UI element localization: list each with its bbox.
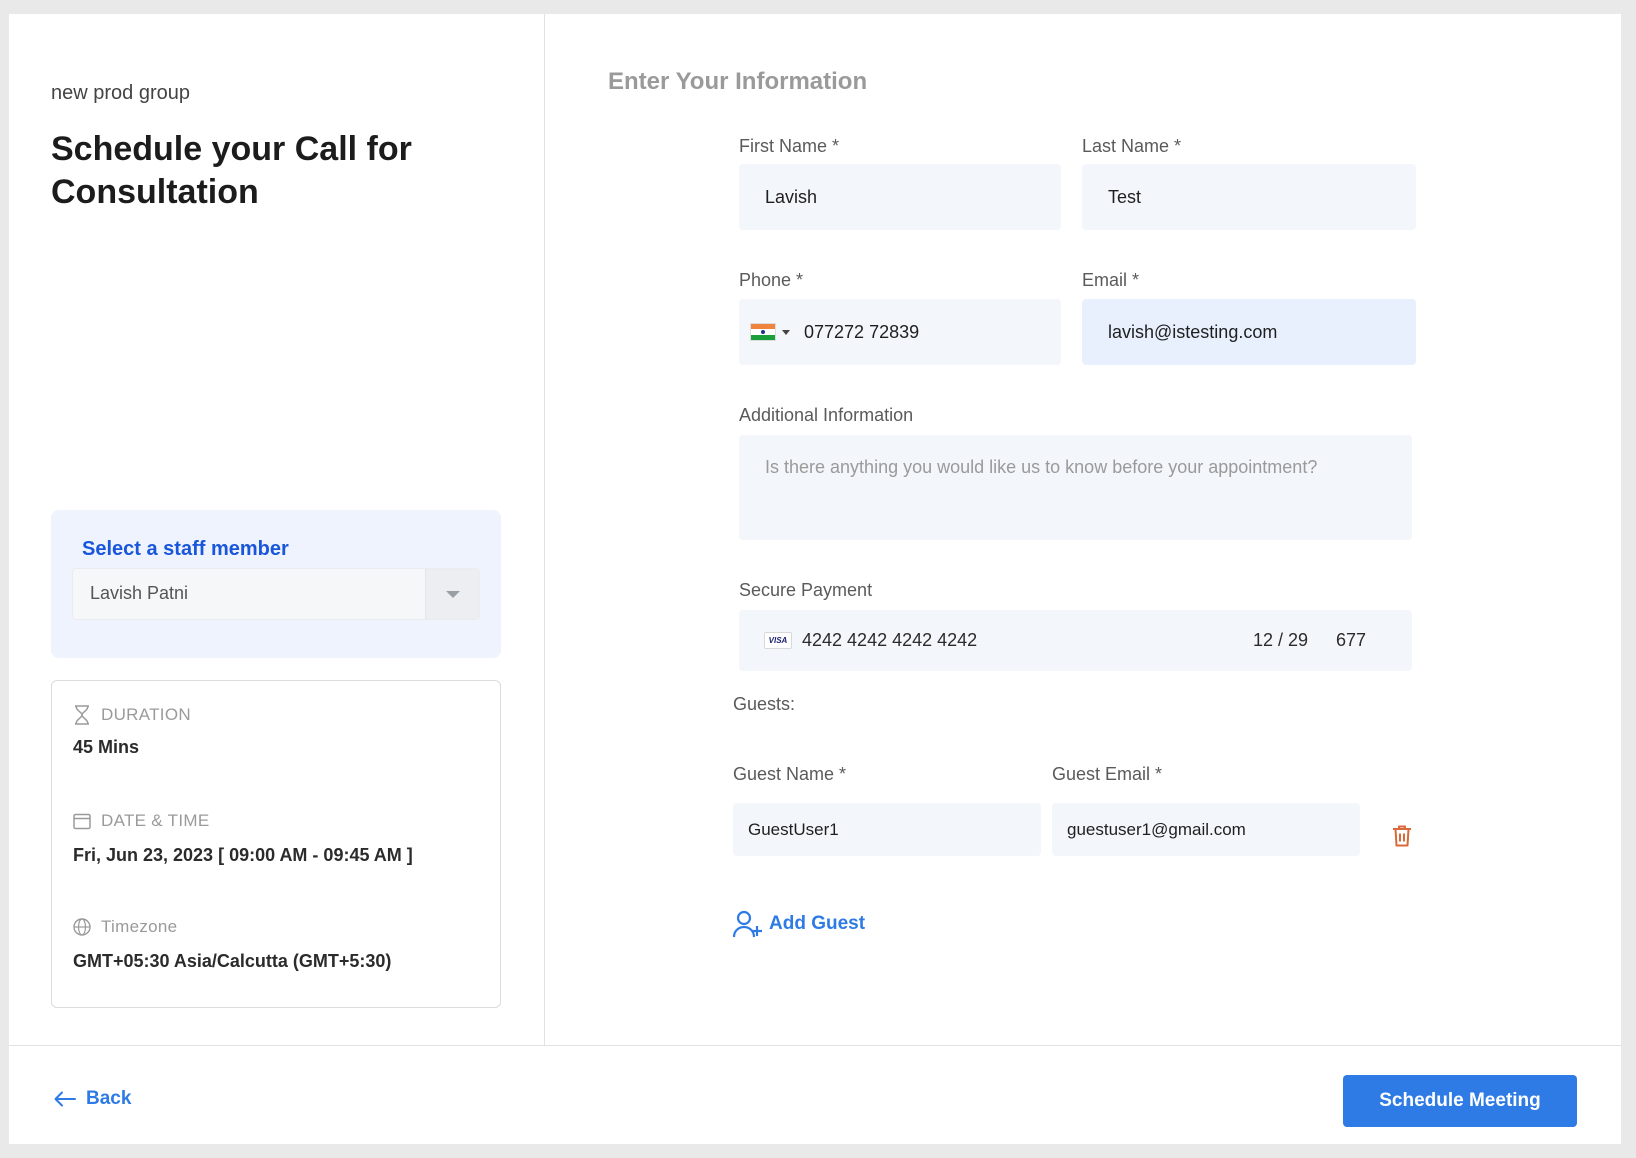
visa-icon: VISA xyxy=(764,632,792,649)
duration-heading: DURATION xyxy=(73,705,191,725)
staff-select[interactable]: Lavish Patni xyxy=(72,568,480,620)
chevron-down-icon[interactable] xyxy=(425,569,479,619)
guests-label: Guests: xyxy=(733,694,796,714)
calendar-icon xyxy=(73,812,91,830)
duration-label: DURATION xyxy=(101,705,191,724)
payment-label: Secure Payment xyxy=(739,580,873,600)
datetime-value: Fri, Jun 23, 2023 [ 09:00 AM - 09:45 AM … xyxy=(73,845,413,865)
back-button[interactable]: Back xyxy=(54,1088,131,1110)
email-label: Email * xyxy=(1082,270,1140,290)
staff-label: Select a staff member xyxy=(82,538,289,560)
card-expiry[interactable]: 12 / 29 xyxy=(1253,630,1308,651)
email-field[interactable]: lavish@istesting.com xyxy=(1082,299,1416,365)
card-cvc[interactable]: 677 xyxy=(1336,630,1366,651)
add-user-icon xyxy=(733,910,763,938)
india-flag-icon[interactable] xyxy=(750,323,776,341)
datetime-heading: DATE & TIME xyxy=(73,811,209,831)
back-label: Back xyxy=(86,1088,132,1109)
timezone-label: Timezone xyxy=(101,917,178,936)
staff-select-value: Lavish Patni xyxy=(90,583,189,603)
phone-label: Phone * xyxy=(739,270,804,290)
guest-name-label: Guest Name * xyxy=(733,764,847,784)
additional-info-textarea[interactable]: Is there anything you would like us to k… xyxy=(739,435,1412,540)
footer-bar: Back Schedule Meeting xyxy=(9,1045,1621,1144)
hourglass-icon xyxy=(73,705,91,725)
timezone-heading: Timezone xyxy=(73,917,177,937)
arrow-left-icon xyxy=(54,1091,76,1107)
add-guest-button[interactable]: Add Guest xyxy=(733,910,865,938)
globe-icon xyxy=(73,918,91,936)
trash-icon[interactable] xyxy=(1391,824,1413,853)
additional-info-label: Additional Information xyxy=(739,405,914,425)
booking-card: new prod group Schedule your Call for Co… xyxy=(9,14,1621,1144)
first-name-field[interactable]: Lavish xyxy=(739,164,1061,230)
last-name-label: Last Name * xyxy=(1082,136,1182,156)
datetime-label: DATE & TIME xyxy=(101,811,210,830)
guest-email-field[interactable]: guestuser1@gmail.com xyxy=(1052,803,1360,856)
first-name-label: First Name * xyxy=(739,136,840,156)
last-name-field[interactable]: Test xyxy=(1082,164,1416,230)
chevron-down-icon[interactable] xyxy=(782,329,790,335)
staff-selector-card: Select a staff member Lavish Patni xyxy=(51,510,501,658)
phone-value: 077272 72839 xyxy=(804,321,920,342)
guest-email-label: Guest Email * xyxy=(1052,764,1163,784)
sidebar: new prod group Schedule your Call for Co… xyxy=(9,14,545,1045)
schedule-meeting-button[interactable]: Schedule Meeting xyxy=(1343,1075,1577,1127)
card-input[interactable]: VISA 4242 4242 4242 4242 12 / 29 677 xyxy=(739,610,1412,671)
section-title: Enter Your Information xyxy=(608,68,868,95)
duration-value: 45 Mins xyxy=(73,737,140,757)
card-number[interactable]: 4242 4242 4242 4242 xyxy=(802,630,977,651)
timezone-value: GMT+05:30 Asia/Calcutta (GMT+5:30) xyxy=(73,951,392,971)
add-guest-label: Add Guest xyxy=(769,913,866,934)
guest-name-field[interactable]: GuestUser1 xyxy=(733,803,1041,856)
information-form: Enter Your Information First Name * Lavi… xyxy=(546,14,1621,1045)
phone-field[interactable]: 077272 72839 xyxy=(739,299,1061,365)
appointment-details: DURATION 45 Mins DATE & TIME Fri, Jun 23… xyxy=(51,680,501,1008)
group-name: new prod group xyxy=(51,82,190,104)
page-title: Schedule your Call for Consultation xyxy=(51,130,412,211)
